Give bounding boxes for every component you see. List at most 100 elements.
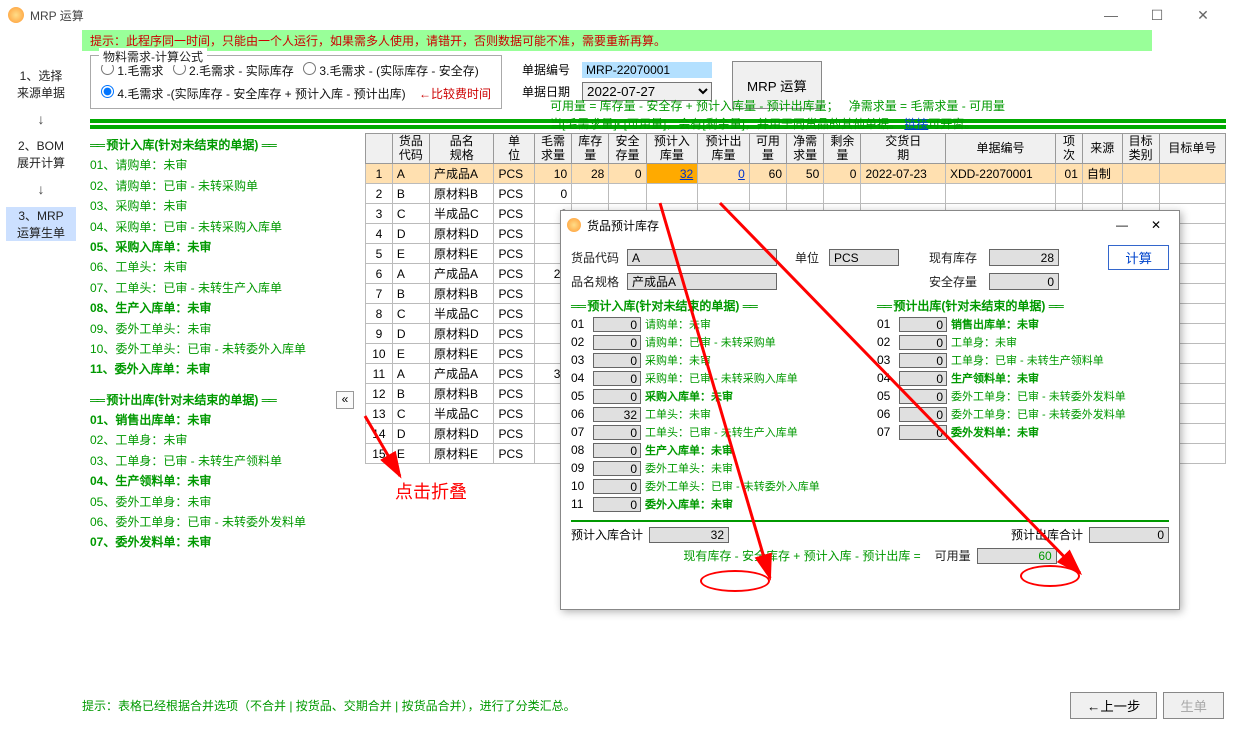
grid-header[interactable]: 单 位 <box>494 134 534 164</box>
formula-option-4[interactable]: 4.毛需求 -(实际库存 - 安全库存 + 预计入库 - 预计出库) <box>101 87 406 101</box>
popup-line: 040采购单：已审 - 未转采购入库单 <box>571 370 863 386</box>
popup-line: 080生产入库单：未审 <box>571 442 863 458</box>
grid-header[interactable]: 货品 代码 <box>392 134 429 164</box>
popup-line: 050采购入库单：未审 <box>571 388 863 404</box>
table-row[interactable]: 2B原材料BPCS0 <box>366 184 1226 204</box>
nav-step-3[interactable]: 3、MRP 运算生单 <box>6 207 76 241</box>
collapse-button[interactable]: « <box>336 391 354 409</box>
grid-header[interactable]: 预计入 库量 <box>646 134 698 164</box>
popup-line: 070委外发料单：未审 <box>877 424 1169 440</box>
list-item: 02、请购单：已审 - 未转采购单 <box>90 176 335 196</box>
popup-formula: 现有库存 - 安全库存 + 预计入库 - 预计出库 = <box>683 547 920 564</box>
grid-header[interactable]: 来源 <box>1082 134 1122 164</box>
left-list: ══ 预计入库(针对未结束的单据) ══ 01、请购单：未审02、请购单：已审 … <box>90 133 335 713</box>
popup-stock-label: 现有库存 <box>929 249 989 266</box>
list-item: 11、委外入库单：未审 <box>90 359 335 379</box>
grid-header[interactable]: 项 次 <box>1056 134 1083 164</box>
formula-option-3[interactable]: 3.毛需求 - (实际库存 - 安全存) <box>303 64 479 78</box>
grid-header[interactable]: 单据编号 <box>945 134 1055 164</box>
popup-stock-field: 28 <box>989 249 1059 266</box>
list-item: 07、委外发料单：未审 <box>90 532 335 552</box>
popup-line: 020请购单：已审 - 未转采购单 <box>571 334 863 350</box>
grid-header[interactable]: 剩余 量 <box>824 134 861 164</box>
close-button[interactable]: ✕ <box>1180 0 1226 30</box>
nav-step-2[interactable]: 2、BOM 展开计算 <box>6 137 76 171</box>
formula-option-2[interactable]: 2.毛需求 - 实际库存 <box>173 64 294 78</box>
popup-avail-value: 60 <box>977 548 1057 564</box>
doc-no-value: MRP-22070001 <box>582 62 712 78</box>
grid-header[interactable]: 安全 存量 <box>609 134 646 164</box>
nav-arrow-icon: ↓ <box>4 181 78 197</box>
list-item: 10、委外工单头：已审 - 未转委外入库单 <box>90 339 335 359</box>
popup-name-label: 品名规格 <box>571 273 627 290</box>
popup-line: 060委外工单身：已审 - 未转委外发料单 <box>877 406 1169 422</box>
popup-close-button[interactable]: ✕ <box>1139 218 1173 232</box>
popup-title: 货品预计库存 <box>587 217 1105 234</box>
popup-line: 0632工单头：未审 <box>571 406 863 422</box>
forecast-popup: 货品预计库存 — ✕ 货品代码 A 单位 PCS 现有库存 28 计算 品名规格… <box>560 210 1180 610</box>
list-item: 03、工单身：已审 - 未转生产领料单 <box>90 451 335 471</box>
popup-line: 030工单身：已审 - 未转生产领料单 <box>877 352 1169 368</box>
popup-sumout-value: 0 <box>1089 527 1169 543</box>
list-item: 08、生产入库单：未审 <box>90 298 335 318</box>
grid-header[interactable]: 交货日 期 <box>861 134 946 164</box>
grid-header[interactable]: 可用 量 <box>749 134 786 164</box>
popup-section-out: ══ 预计出库(针对未结束的单据) ══ <box>877 297 1169 314</box>
nav-step-1[interactable]: 1、选择 来源单据 <box>6 67 76 101</box>
list-item: 01、请购单：未审 <box>90 155 335 175</box>
app-icon <box>8 7 24 23</box>
list-item: 03、采购单：未审 <box>90 196 335 216</box>
popup-calc-button[interactable]: 计算 <box>1108 245 1169 270</box>
formula-group: 物料需求-计算公式 1.毛需求 2.毛需求 - 实际库存 3.毛需求 - (实际… <box>90 55 502 109</box>
grid-header[interactable] <box>366 134 393 164</box>
anno-click-fold: 点击折叠 <box>395 478 467 504</box>
nav-arrow-icon: ↓ <box>4 111 78 127</box>
grid-header[interactable]: 库存 量 <box>572 134 609 164</box>
formula-option-1[interactable]: 1.毛需求 <box>101 64 163 78</box>
popup-avail-label: 可用量 <box>935 547 971 564</box>
grid-header[interactable]: 目标 类别 <box>1122 134 1159 164</box>
grid-header[interactable]: 净需 求量 <box>787 134 824 164</box>
grid-header[interactable]: 品名 规格 <box>430 134 494 164</box>
grid-header[interactable]: 目标单号 <box>1159 134 1225 164</box>
list-item: 05、采购入库单：未审 <box>90 237 335 257</box>
hint-link[interactable]: 链接 <box>904 117 928 131</box>
list-item: 04、生产领料单：未审 <box>90 471 335 491</box>
popup-uom-label: 单位 <box>795 249 829 266</box>
list-item: 04、采购单：已审 - 未转采购入库单 <box>90 217 335 237</box>
popup-safe-field: 0 <box>989 273 1059 290</box>
grid-header[interactable]: 预计出 库量 <box>698 134 750 164</box>
popup-line: 010请购单：未审 <box>571 316 863 332</box>
generate-button[interactable]: 生单 <box>1163 692 1224 719</box>
list-item: 02、工单身：未审 <box>90 430 335 450</box>
table-row[interactable]: 1A产成品APCS10280320605002022-07-23XDD-2207… <box>366 164 1226 184</box>
title-bar: MRP 运算 — ☐ ✕ <box>0 0 1234 30</box>
popup-line: 090委外工单头：未审 <box>571 460 863 476</box>
popup-uom-field: PCS <box>829 249 899 266</box>
popup-code-label: 货品代码 <box>571 249 627 266</box>
doc-no-label: 单据编号 <box>522 61 582 78</box>
window-title: MRP 运算 <box>30 7 1088 24</box>
section-in: ══ 预计入库(针对未结束的单据) ══ <box>90 135 335 155</box>
popup-safe-label: 安全存量 <box>929 273 989 290</box>
left-nav: 1、选择 来源单据 ↓ 2、BOM 展开计算 ↓ 3、MRP 运算生单 <box>0 53 82 713</box>
prev-button[interactable]: ←上一步 <box>1070 692 1157 719</box>
maximize-button[interactable]: ☐ <box>1134 0 1180 30</box>
popup-line: 020工单身：未审 <box>877 334 1169 350</box>
minimize-button[interactable]: — <box>1088 0 1134 30</box>
section-out: ══ 预计出库(针对未结束的单据) ══ <box>90 390 335 410</box>
popup-line: 040生产领料单：未审 <box>877 370 1169 386</box>
warning-banner: 提示：此程序同一时间，只能由一个人运行，如果需多人使用，请错开，否则数据可能不准… <box>82 30 1152 51</box>
popup-minimize-button[interactable]: — <box>1105 218 1139 232</box>
list-item: 07、工单头：已审 - 未转生产入库单 <box>90 278 335 298</box>
list-item: 05、委外工单身：未审 <box>90 492 335 512</box>
popup-line: 100委外工单头：已审 - 未转委外入库单 <box>571 478 863 494</box>
list-item: 01、销售出库单：未审 <box>90 410 335 430</box>
hints: 可用量 = 库存量 - 安全存 + 预计入库量 - 预计出库量； 净需求量 = … <box>542 97 1234 133</box>
list-item: 09、委外工单头：未审 <box>90 319 335 339</box>
popup-line: 050委外工单身：已审 - 未转委外发料单 <box>877 388 1169 404</box>
grid-header[interactable]: 毛需 求量 <box>534 134 571 164</box>
formula-legend: 物料需求-计算公式 <box>99 48 207 65</box>
popup-sumout-label: 预计出库合计 <box>1011 526 1083 543</box>
popup-sumin-label: 预计入库合计 <box>571 526 643 543</box>
